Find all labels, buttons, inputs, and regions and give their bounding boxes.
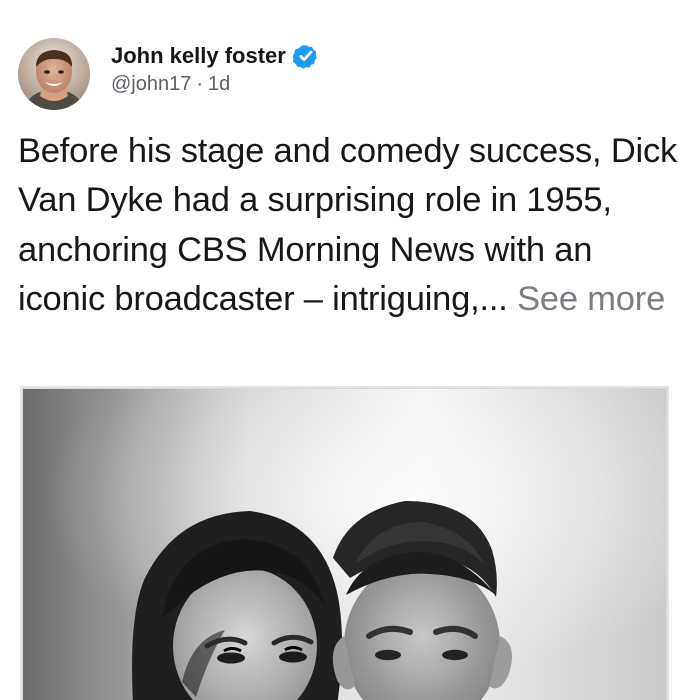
portrait-image (22, 388, 667, 700)
author-meta: John kelly foster @john17 · 1d (111, 41, 319, 97)
handle-row: @john17 · 1d (111, 71, 319, 97)
author-name-row: John kelly foster (111, 41, 319, 71)
avatar[interactable] (18, 38, 90, 110)
post-header: John kelly foster @john17 · 1d (18, 38, 319, 110)
verified-check-icon (292, 43, 319, 69)
separator-dot: · (196, 72, 204, 95)
social-post: John kelly foster @john17 · 1d Before hi… (0, 0, 700, 700)
author-name[interactable]: John kelly foster (111, 43, 286, 69)
avatar-photo (18, 38, 90, 110)
see-more-link[interactable]: See more (517, 280, 665, 318)
post-media[interactable] (20, 386, 669, 700)
author-handle[interactable]: @john17 (111, 73, 191, 96)
post-text: Before his stage and comedy success, Dic… (18, 127, 688, 324)
post-timestamp[interactable]: 1d (208, 73, 230, 96)
